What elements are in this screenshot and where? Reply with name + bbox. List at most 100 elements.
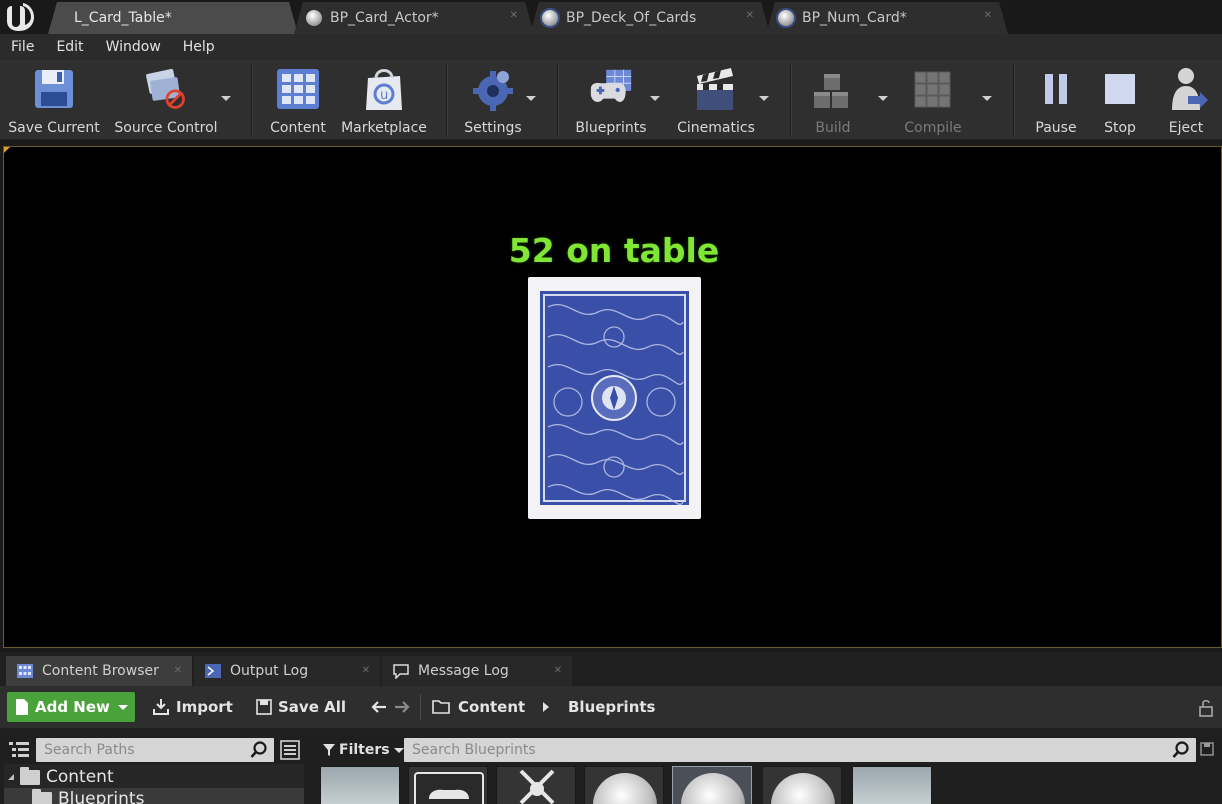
tab-output-log[interactable]: Output Log ✕	[194, 656, 380, 686]
tab-message-log[interactable]: Message Log ✕	[382, 656, 572, 686]
source-control-dropdown-icon[interactable]	[221, 96, 231, 101]
asset-tile-selected[interactable]	[672, 766, 752, 804]
search-blueprints-input[interactable]: Search Blueprints	[404, 738, 1196, 762]
stop-button[interactable]: Stop	[1096, 60, 1144, 140]
close-icon[interactable]: ✕	[746, 10, 754, 21]
history-back-button[interactable]	[370, 692, 394, 722]
save-search-icon[interactable]	[1200, 742, 1214, 756]
breadcrumb-blueprints[interactable]: Blueprints	[568, 692, 655, 722]
tab-bp-card-actor[interactable]: BP_Card_Actor* ✕	[294, 2, 534, 34]
menu-help[interactable]: Help	[172, 34, 226, 60]
asset-tile[interactable]	[852, 766, 932, 804]
eject-button[interactable]: Eject	[1160, 60, 1212, 140]
compile-button[interactable]: Compile	[900, 60, 966, 140]
tree-item-blueprints[interactable]: Blueprints	[4, 788, 304, 804]
asset-grid	[318, 766, 1222, 804]
menu-edit[interactable]: Edit	[45, 34, 94, 60]
search-icon	[1172, 741, 1189, 758]
menu-window[interactable]: Window	[95, 34, 172, 60]
compile-label: Compile	[904, 120, 962, 136]
blueprint-sphere-icon	[771, 773, 835, 804]
tab-label: BP_Num_Card*	[802, 10, 907, 26]
eject-label: Eject	[1168, 120, 1204, 136]
save-current-button[interactable]: Save Current	[6, 60, 102, 140]
tab-label: BP_Deck_Of_Cards	[566, 10, 697, 26]
compile-dropdown-icon[interactable]	[982, 96, 992, 101]
asset-tile[interactable]	[408, 766, 488, 804]
blueprints-button[interactable]: Blueprints	[570, 60, 652, 140]
tab-content-browser[interactable]: Content Browser ✕	[6, 656, 192, 686]
content-browser-body: Search Paths Content Blueprints Filters …	[0, 730, 1222, 804]
cards-on-table-text: 52 on table	[508, 231, 720, 270]
arrow-right-icon	[395, 701, 410, 713]
eject-person-icon	[1172, 68, 1208, 110]
close-icon[interactable]: ✕	[174, 665, 182, 676]
build-button[interactable]: Build	[802, 60, 864, 140]
settings-label: Settings	[464, 120, 522, 136]
breadcrumb-label: Blueprints	[568, 698, 656, 716]
tab-bp-deck-of-cards[interactable]: BP_Deck_Of_Cards ✕	[530, 2, 770, 34]
content-label: Content	[270, 120, 326, 136]
blueprint-sphere-icon	[593, 773, 657, 804]
tab-label: Output Log	[230, 663, 309, 679]
import-label: Import	[176, 698, 233, 716]
asset-tile[interactable]	[584, 766, 664, 804]
close-icon[interactable]: ✕	[362, 665, 370, 676]
breadcrumb-content[interactable]: Content	[458, 698, 525, 716]
sources-panel-toggle-icon[interactable]	[8, 740, 30, 758]
add-new-button[interactable]: Add New	[7, 692, 135, 722]
toolbar-separator	[420, 694, 421, 720]
tree-item-content[interactable]: Content	[4, 766, 304, 788]
chevron-down-icon	[117, 704, 128, 710]
level-thumbnail	[321, 767, 399, 804]
asset-tile[interactable]	[496, 766, 576, 804]
blueprints-dropdown-icon[interactable]	[650, 96, 660, 101]
unreal-logo-icon[interactable]	[4, 3, 34, 31]
expanded-arrow-icon[interactable]	[8, 774, 14, 780]
close-icon[interactable]: ✕	[554, 665, 562, 676]
asset-tile[interactable]	[320, 766, 400, 804]
marketplace-button[interactable]: u Marketplace	[338, 60, 430, 140]
breadcrumb-separator-icon[interactable]	[543, 702, 549, 712]
toolbar-separator	[557, 64, 558, 136]
floppy-disk-icon	[35, 70, 73, 108]
crossed-swords-icon	[519, 769, 555, 804]
save-all-button[interactable]: Save All	[256, 692, 346, 722]
menu-file[interactable]: File	[0, 34, 45, 60]
asset-tile[interactable]	[762, 766, 842, 804]
clapperboard-icon	[697, 68, 733, 110]
level-viewport[interactable]: 52 on table	[3, 146, 1222, 648]
close-icon[interactable]: ✕	[984, 10, 992, 21]
search-blueprints-placeholder: Search Blueprints	[412, 742, 536, 758]
settings-dropdown-icon[interactable]	[526, 96, 536, 101]
cinematics-dropdown-icon[interactable]	[759, 96, 769, 101]
import-button[interactable]: Import	[152, 692, 233, 722]
cinematics-button[interactable]: Cinematics	[674, 60, 758, 140]
blueprint-sphere-icon	[542, 10, 558, 26]
close-icon[interactable]: ✕	[510, 10, 518, 21]
view-options-icon[interactable]	[280, 740, 300, 760]
build-dropdown-icon[interactable]	[878, 96, 888, 101]
search-paths-input[interactable]: Search Paths	[36, 738, 274, 762]
svg-text:u: u	[380, 88, 388, 103]
build-blocks-icon	[814, 74, 848, 108]
marketplace-label: Marketplace	[341, 120, 427, 136]
tree-item-label: Content	[46, 767, 114, 787]
chevron-down-icon	[393, 747, 404, 753]
tab-l-card-table[interactable]: L_Card_Table*	[48, 2, 298, 34]
cinematics-label: Cinematics	[677, 120, 755, 136]
tab-bp-num-card[interactable]: BP_Num_Card* ✕	[766, 2, 1008, 34]
path-root-button[interactable]: Content	[432, 692, 525, 722]
settings-button[interactable]: Settings	[460, 60, 526, 140]
stop-icon	[1105, 74, 1135, 104]
history-forward-button[interactable]	[393, 692, 417, 722]
pause-button[interactable]: Pause	[1030, 60, 1082, 140]
content-button[interactable]: Content	[266, 60, 330, 140]
source-control-button[interactable]: Source Control	[110, 60, 222, 140]
source-control-label: Source Control	[114, 120, 218, 136]
add-new-label: Add New	[35, 698, 110, 716]
content-browser-toolbar: Add New Import Save All Content Blueprin…	[0, 686, 1222, 728]
lock-icon[interactable]	[1198, 699, 1214, 717]
filters-dropdown[interactable]: Filters	[322, 738, 404, 762]
toolbar-separator	[790, 64, 791, 136]
